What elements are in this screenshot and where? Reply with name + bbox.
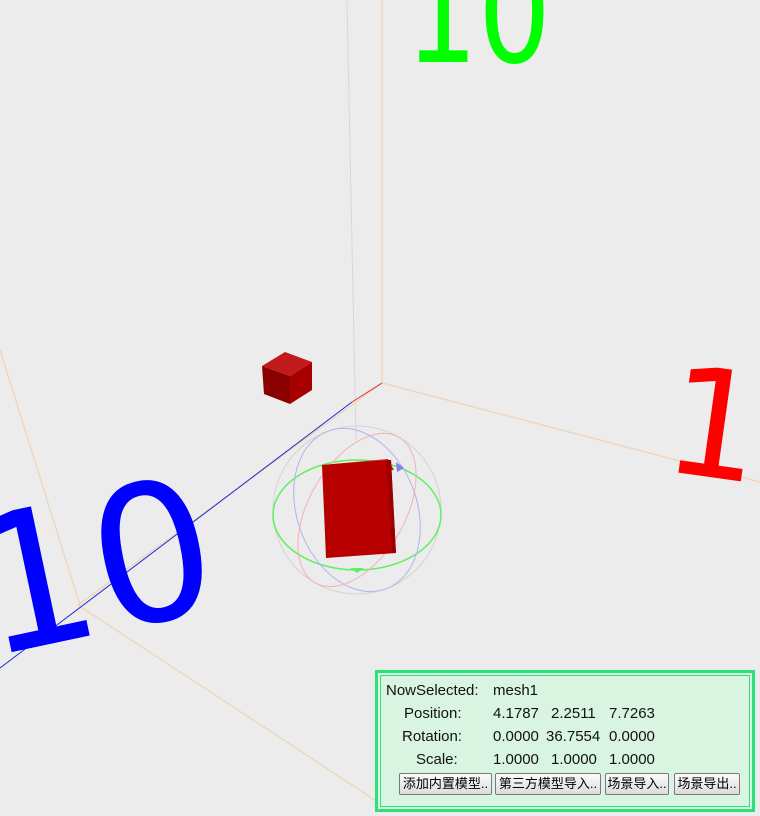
now-selected-label: NowSelected: bbox=[386, 682, 479, 699]
now-selected-value: mesh1 bbox=[493, 682, 539, 699]
selected-cube[interactable] bbox=[322, 459, 396, 558]
scale-z-value[interactable]: 1.0000 bbox=[609, 750, 655, 770]
x-axis-line bbox=[351, 382, 383, 403]
import-third-party-model-button[interactable]: 第三方模型导入.. bbox=[495, 773, 601, 795]
rotation-row: Rotation: 0.0000 36.7554 0.0000 bbox=[378, 727, 752, 747]
export-scene-button[interactable]: 场景导出.. bbox=[674, 773, 740, 795]
position-z-value[interactable]: 7.7263 bbox=[609, 704, 655, 724]
position-x-value[interactable]: 4.1787 bbox=[493, 704, 539, 724]
z-axis-label: 10 bbox=[0, 435, 234, 701]
rotation-x-value[interactable]: 0.0000 bbox=[493, 727, 539, 747]
rotation-y-value[interactable]: 36.7554 bbox=[546, 727, 600, 747]
object-inspector-panel: NowSelected: mesh1 Position: 4.1787 2.25… bbox=[375, 670, 755, 812]
scale-y-value[interactable]: 1.0000 bbox=[551, 750, 597, 770]
add-builtin-model-button[interactable]: 添加内置模型.. bbox=[399, 773, 492, 795]
position-label: Position: bbox=[404, 705, 462, 722]
import-scene-button[interactable]: 场景导入.. bbox=[605, 773, 669, 795]
y-axis-label: 10 bbox=[405, 0, 551, 96]
y-axis-line bbox=[346, 0, 357, 441]
scale-x-value[interactable]: 1.0000 bbox=[493, 750, 539, 770]
now-selected-row: NowSelected: mesh1 bbox=[378, 681, 752, 701]
red-cube[interactable] bbox=[262, 352, 312, 404]
rotation-z-value[interactable]: 0.0000 bbox=[609, 727, 655, 747]
scale-row: Scale: 1.0000 1.0000 1.0000 bbox=[378, 750, 752, 770]
position-y-value[interactable]: 2.2511 bbox=[551, 704, 596, 724]
scale-label: Scale: bbox=[416, 751, 458, 768]
position-row: Position: 4.1787 2.2511 7.7263 bbox=[378, 704, 752, 724]
x-axis-label: 10 bbox=[655, 333, 760, 532]
rotation-label: Rotation: bbox=[402, 728, 463, 745]
